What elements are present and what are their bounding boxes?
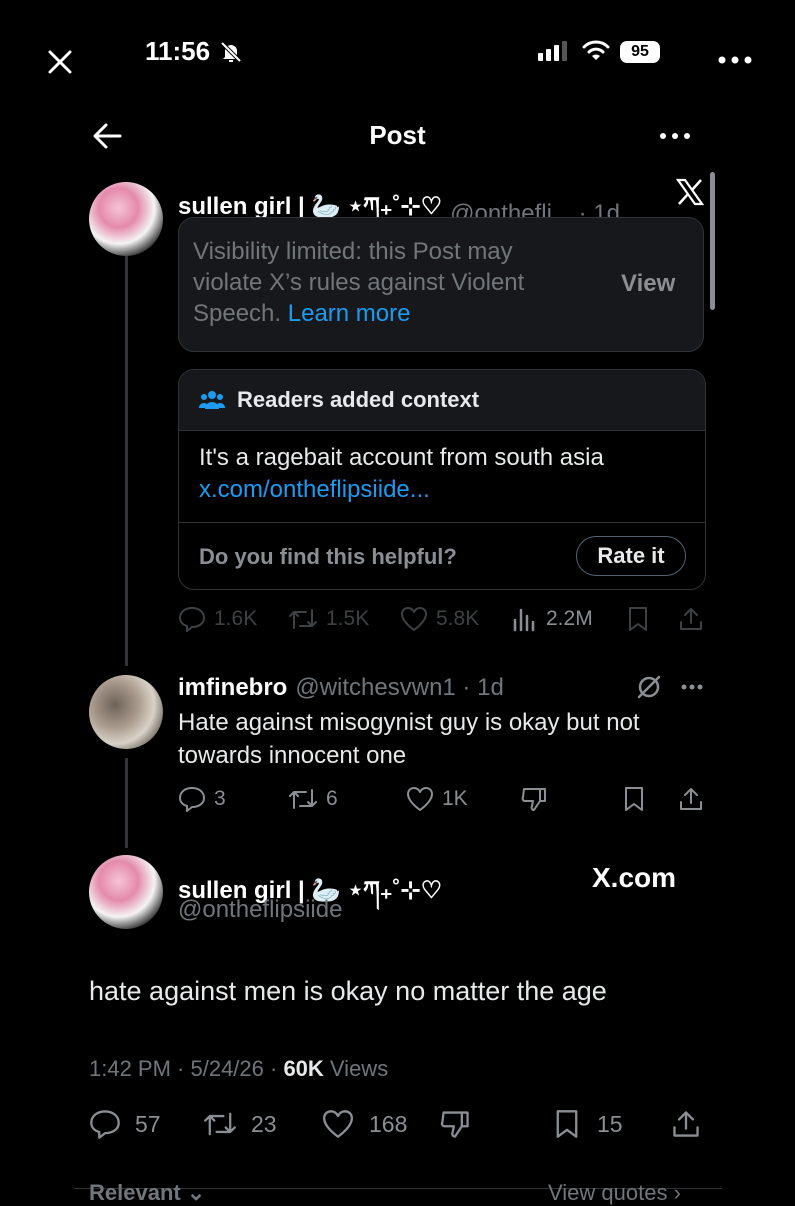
context-header: Readers added context — [179, 370, 705, 431]
more-options-icon[interactable] — [718, 56, 752, 64]
views-action[interactable]: 2.2M — [512, 606, 593, 632]
like-action[interactable]: 168 — [321, 1109, 407, 1139]
repost-count: 1.5K — [326, 607, 370, 630]
share-icon[interactable] — [678, 606, 704, 632]
repost-action[interactable]: 6 — [288, 786, 338, 812]
avatar[interactable] — [89, 675, 163, 749]
helpful-question: Do you find this helpful? — [199, 544, 457, 569]
context-link[interactable]: x.com/ontheflipsiide... — [199, 474, 604, 506]
reply-count: 1.6K — [214, 607, 258, 630]
heart-icon — [323, 1110, 353, 1138]
views-icon — [513, 608, 535, 632]
repost-icon — [289, 789, 317, 809]
status-time: 11:56 — [145, 36, 211, 66]
repost-icon — [204, 1112, 236, 1136]
repost-count: 23 — [251, 1110, 277, 1137]
reply-action[interactable]: 57 — [89, 1109, 161, 1139]
author-handle: @witchesvwn1 · 1d — [295, 674, 504, 701]
dislike-icon[interactable] — [520, 786, 548, 812]
reply-action[interactable]: 3 — [178, 786, 226, 812]
main-post-text: hate against men is okay no matter the a… — [89, 976, 607, 1006]
source-badge: X.com — [592, 862, 677, 893]
main-post-actions: 57 23 168 15 — [89, 1108, 709, 1140]
thread-line — [125, 758, 128, 848]
share-icon[interactable] — [671, 1109, 701, 1139]
header-more-icon[interactable] — [659, 132, 691, 140]
main-post-handle: @ontheflipsiide — [178, 896, 343, 923]
author-name[interactable]: imfinebro — [178, 674, 287, 702]
bookmark-icon — [556, 1110, 578, 1138]
views-number: 60K — [283, 1056, 324, 1081]
relevant-sort-button[interactable]: Relevant ⌄ — [89, 1180, 205, 1206]
bookmark-icon[interactable] — [626, 606, 650, 632]
view-quotes-link[interactable]: View quotes › — [548, 1180, 681, 1206]
repost-count: 6 — [326, 787, 338, 810]
post-meta: 1:42 PM · 5/24/26 · 60K Views — [89, 1056, 388, 1082]
people-icon — [199, 390, 225, 410]
like-count: 168 — [369, 1110, 408, 1137]
close-icon[interactable] — [46, 48, 74, 76]
community-notes-card: Readers added context It's a ragebait ac… — [178, 369, 706, 590]
avatar[interactable] — [89, 855, 163, 929]
reply-more-icon[interactable] — [681, 684, 703, 690]
visibility-notice: Visibility limited: this Post may violat… — [178, 217, 704, 352]
reply-text: Hate against misogynist guy is okay but … — [178, 709, 640, 769]
context-text: It's a ragebait account from south asia — [199, 444, 604, 471]
silent-mode-icon — [219, 40, 243, 64]
reply-action[interactable]: 1.6K — [178, 606, 257, 632]
context-divider — [179, 522, 705, 523]
avatar[interactable] — [89, 182, 163, 256]
heart-icon — [407, 787, 433, 811]
repost-action[interactable]: 1.5K — [288, 606, 369, 632]
rate-it-button[interactable]: Rate it — [576, 536, 686, 576]
battery-level: 95 — [631, 43, 649, 60]
like-count: 5.8K — [436, 607, 480, 630]
context-body: It's a ragebait account from south asia … — [199, 442, 604, 506]
like-count: 1K — [442, 787, 468, 810]
grok-icon[interactable] — [636, 674, 662, 700]
cellular-signal-icon — [538, 41, 570, 61]
heart-icon — [401, 607, 427, 631]
views-label: Views — [323, 1056, 389, 1081]
views-count: 2.2M — [546, 607, 593, 630]
bookmark-icon[interactable] — [622, 786, 646, 812]
bookmark-action[interactable]: 15 — [553, 1109, 623, 1139]
context-title: Readers added context — [237, 387, 480, 412]
quoted-post-actions: 1.6K 1.5K 5.8K 2.2M — [178, 604, 708, 634]
reply-count: 57 — [135, 1110, 161, 1137]
like-action[interactable]: 1K — [406, 786, 468, 812]
dislike-icon[interactable] — [439, 1109, 471, 1139]
bookmark-count: 15 — [597, 1110, 623, 1137]
repost-action[interactable]: 23 — [203, 1109, 277, 1139]
wifi-icon — [582, 40, 610, 62]
share-icon[interactable] — [678, 786, 704, 812]
battery-indicator: 95 — [620, 41, 660, 63]
reply-icon — [179, 787, 205, 812]
repost-icon — [289, 609, 317, 629]
thread-line — [125, 244, 128, 666]
view-button[interactable]: View — [621, 270, 675, 298]
learn-more-link[interactable]: Learn more — [288, 300, 411, 327]
like-action[interactable]: 5.8K — [400, 606, 479, 632]
reply-count: 3 — [214, 787, 226, 810]
visibility-text: Visibility limited: this Post may violat… — [193, 236, 583, 329]
reply-icon — [179, 607, 205, 632]
scrollbar[interactable] — [710, 172, 715, 310]
reply-post-header: imfinebro @witchesvwn1 · 1d — [178, 674, 504, 702]
reply-icon — [90, 1110, 120, 1139]
post-timestamp[interactable]: 1:42 PM · 5/24/26 · — [89, 1056, 283, 1082]
x-logo-icon — [676, 178, 704, 206]
reply-post-actions: 3 6 1K — [178, 784, 708, 814]
